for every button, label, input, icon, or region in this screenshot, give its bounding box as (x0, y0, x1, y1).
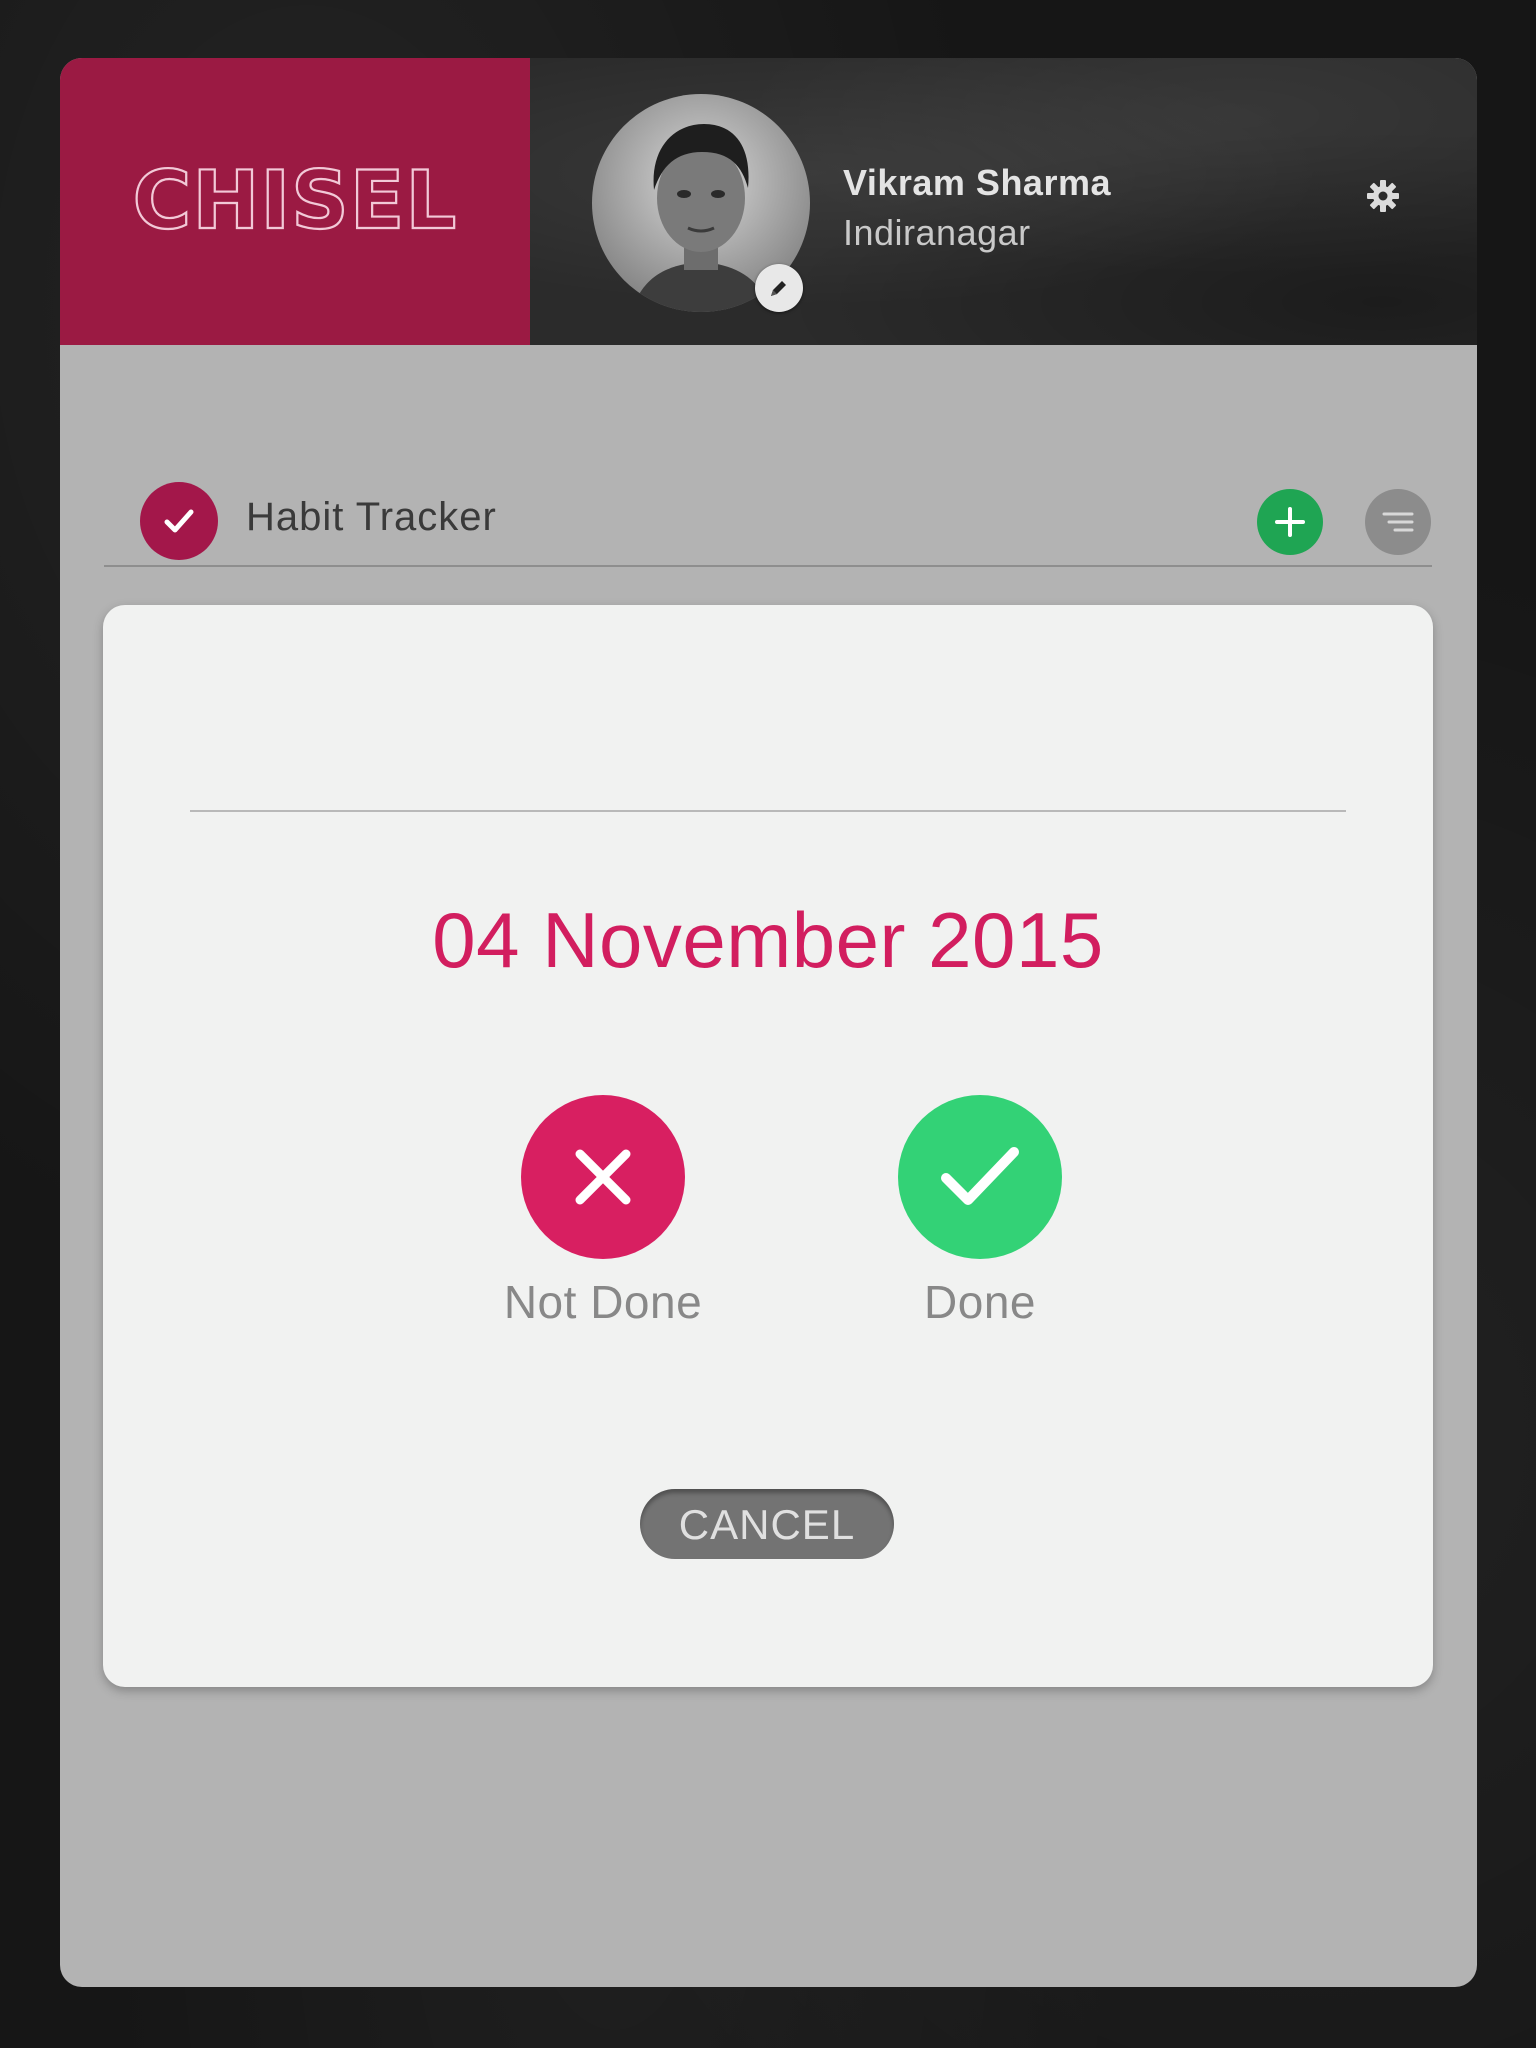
sort-lines-icon (1382, 512, 1414, 532)
brand-wordmark: CHISEL (132, 164, 458, 240)
habit-tracker-icon (140, 482, 218, 560)
not-done-circle[interactable] (521, 1095, 685, 1259)
dialog-divider (190, 810, 1346, 812)
done-circle[interactable] (898, 1095, 1062, 1259)
user-location: Indiranagar (843, 212, 1031, 253)
settings-button[interactable] (1355, 168, 1411, 224)
profile-block: Vikram Sharma Indiranagar (530, 58, 1477, 345)
brand-logo: CHISEL (60, 58, 530, 345)
user-name: Vikram Sharma (843, 162, 1111, 203)
sort-button[interactable] (1365, 489, 1431, 555)
toolbar: Habit Tracker (60, 345, 1477, 625)
close-icon (575, 1149, 631, 1205)
screen: { "header": { "brand_name": "CHISEL", "u… (0, 0, 1536, 2048)
cancel-button[interactable]: CANCEL (640, 1489, 894, 1559)
toolbar-divider (104, 565, 1432, 567)
edit-avatar-button[interactable] (755, 264, 803, 312)
brand-wordmark-text: CHISEL (133, 164, 458, 240)
not-done-button[interactable]: Not Done (488, 1095, 718, 1329)
habit-status-dialog: 04 November 2015 Not Done Done CANCEL (103, 605, 1433, 1687)
page-title: Habit Tracker (246, 495, 497, 539)
header: CHISEL Vikram Sharma Indiranagar (60, 58, 1477, 345)
done-label: Done (924, 1276, 1036, 1328)
done-button[interactable]: Done (865, 1095, 1095, 1329)
pencil-icon (771, 281, 786, 296)
not-done-label: Not Done (503, 1276, 703, 1328)
checkmark-icon (941, 1147, 1019, 1205)
gear-icon (1367, 180, 1399, 212)
checkmark-icon (164, 509, 194, 533)
dialog-date: 04 November 2015 (432, 896, 1104, 984)
plus-icon (1275, 507, 1305, 537)
add-habit-button[interactable] (1257, 489, 1323, 555)
